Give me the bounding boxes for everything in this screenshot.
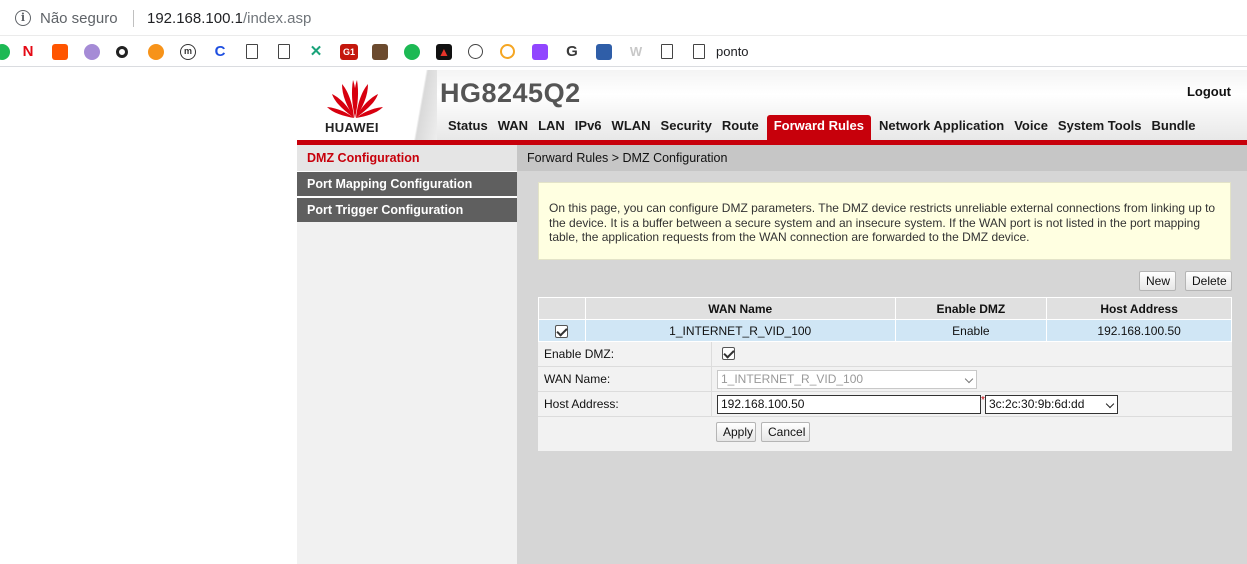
logo-area: HUAWEI xyxy=(297,70,417,140)
url-host: 192.168.100.1 xyxy=(147,10,243,27)
logo-divider xyxy=(407,70,437,140)
tab-lan[interactable]: LAN xyxy=(533,115,570,140)
tab-security[interactable]: Security xyxy=(656,115,717,140)
bookmark-ring-icon[interactable] xyxy=(116,46,128,58)
spotify-icon[interactable] xyxy=(404,44,420,60)
wan-name-select[interactable]: 1_INTERNET_R_VID_100 xyxy=(717,370,977,389)
bookmark-x-icon[interactable]: ✕ xyxy=(308,44,324,60)
sidebar-item-dmz-configuration[interactable]: DMZ Configuration xyxy=(297,145,517,171)
bitcoin-icon[interactable] xyxy=(148,44,164,60)
header: HUAWEI HG8245Q2 Logout Status WAN LAN IP… xyxy=(297,70,1247,141)
form-divider xyxy=(711,367,712,392)
tab-wan[interactable]: WAN xyxy=(493,115,533,140)
main-content: Forward Rules > DMZ Configuration On thi… xyxy=(517,145,1247,564)
bookmark-avatar-icon[interactable] xyxy=(372,44,388,60)
table-row[interactable]: 1_INTERNET_R_VID_100 Enable 192.168.100.… xyxy=(538,319,1232,342)
form-row-wan-name: WAN Name: 1_INTERNET_R_VID_100 xyxy=(538,367,1232,392)
tab-ipv6[interactable]: IPv6 xyxy=(570,115,607,140)
tab-route[interactable]: Route xyxy=(717,115,764,140)
form-divider xyxy=(711,342,712,367)
table-header-row: WAN Name Enable DMZ Host Address xyxy=(538,297,1232,320)
sidebar-item-port-trigger[interactable]: Port Trigger Configuration xyxy=(297,198,517,222)
dmz-edit-form: Enable DMZ: WAN Name: 1_INTERNET_R_VID_1… xyxy=(538,342,1232,451)
bookmark-m-icon[interactable]: m xyxy=(180,44,196,60)
enable-dmz-cell: Enable xyxy=(894,319,1048,342)
row-checkbox[interactable] xyxy=(555,324,569,338)
bookmark-a-icon[interactable]: ▲ xyxy=(436,44,452,60)
main-nav: Status WAN LAN IPv6 WLAN Security Route … xyxy=(443,114,1201,141)
tab-status[interactable]: Status xyxy=(443,115,493,140)
bookmark-g-icon[interactable]: G xyxy=(564,44,580,60)
router-page: HUAWEI HG8245Q2 Logout Status WAN LAN IP… xyxy=(297,70,1247,564)
browser-address-bar: i Não seguro 192.168.100.1/index.asp xyxy=(0,0,1247,36)
huawei-logo-icon xyxy=(327,80,383,118)
bookmarks-bar: N m C ✕ G1 ▲ G W ponto xyxy=(0,36,1247,67)
tab-forward-rules[interactable]: Forward Rules xyxy=(766,114,871,141)
document-icon[interactable] xyxy=(661,44,673,59)
bookmark-green-icon[interactable] xyxy=(0,44,10,60)
document-icon[interactable] xyxy=(278,44,290,59)
form-row-enable-dmz: Enable DMZ: xyxy=(538,342,1232,367)
host-address-label: Host Address: xyxy=(544,397,619,411)
g1-icon[interactable]: G1 xyxy=(340,44,358,60)
twitch-icon[interactable] xyxy=(532,44,548,60)
form-divider xyxy=(711,392,712,417)
wan-name-selected-value: 1_INTERNET_R_VID_100 xyxy=(721,372,864,386)
form-row-host-address: Host Address: 192.168.100.50 * 3c:2c:30:… xyxy=(538,392,1232,417)
new-button[interactable]: New xyxy=(1139,271,1176,291)
bookmark-c-icon[interactable]: C xyxy=(212,44,228,60)
chevron-down-icon xyxy=(964,374,974,384)
wan-name-label: WAN Name: xyxy=(544,372,611,386)
tab-bundle[interactable]: Bundle xyxy=(1146,115,1200,140)
mac-address-selected-value: 3c:2c:30:9b:6d:dd xyxy=(989,397,1085,411)
select-column-header xyxy=(538,297,586,320)
chevron-down-icon xyxy=(1105,399,1115,409)
address-separator xyxy=(133,10,134,27)
tab-voice[interactable]: Voice xyxy=(1009,115,1053,140)
netflix-icon[interactable]: N xyxy=(20,44,36,60)
page-description: On this page, you can configure DMZ para… xyxy=(538,182,1231,260)
enable-dmz-checkbox[interactable] xyxy=(722,347,735,360)
url-path: /index.asp xyxy=(242,10,312,27)
sidebar: DMZ Configuration Port Mapping Configura… xyxy=(297,145,517,564)
brand-name: HUAWEI xyxy=(325,120,379,135)
enable-dmz-label: Enable DMZ: xyxy=(544,347,615,361)
tab-network-application[interactable]: Network Application xyxy=(874,115,1009,140)
bookmark-ponto-label[interactable]: ponto xyxy=(716,44,749,59)
document-icon[interactable] xyxy=(693,44,705,59)
dmz-table: WAN Name Enable DMZ Host Address 1_INTER… xyxy=(538,297,1232,342)
mac-address-select[interactable]: 3c:2c:30:9b:6d:dd xyxy=(985,395,1118,414)
device-model: HG8245Q2 xyxy=(440,78,581,108)
logout-link[interactable]: Logout xyxy=(1187,84,1231,99)
bookmark-wing-icon[interactable]: W xyxy=(628,44,644,60)
host-address-input[interactable]: 192.168.100.50 xyxy=(717,395,981,414)
tab-system-tools[interactable]: System Tools xyxy=(1053,115,1147,140)
row-select-cell xyxy=(538,319,586,342)
column-header-host-address: Host Address xyxy=(1046,297,1232,320)
apply-button[interactable]: Apply xyxy=(716,422,756,442)
bookmark-purple-icon[interactable] xyxy=(84,44,100,60)
sidebar-item-port-mapping[interactable]: Port Mapping Configuration xyxy=(297,172,517,196)
delete-button[interactable]: Delete xyxy=(1185,271,1232,291)
column-header-wan-name: WAN Name xyxy=(584,297,896,320)
column-header-enable-dmz: Enable DMZ xyxy=(894,297,1048,320)
speed-gauge-icon[interactable] xyxy=(468,44,483,59)
security-status[interactable]: Não seguro xyxy=(40,10,118,27)
cancel-button[interactable]: Cancel xyxy=(761,422,810,442)
document-icon[interactable] xyxy=(246,44,258,59)
tab-wlan[interactable]: WLAN xyxy=(607,115,656,140)
breadcrumb: Forward Rules > DMZ Configuration xyxy=(517,145,1247,171)
bookmark-blue-icon[interactable] xyxy=(596,44,612,60)
url-text[interactable]: 192.168.100.1/index.asp xyxy=(147,10,311,27)
info-icon[interactable]: i xyxy=(15,10,31,26)
bookmark-clock-icon[interactable] xyxy=(500,44,515,59)
wan-name-cell: 1_INTERNET_R_VID_100 xyxy=(584,319,896,342)
soundcloud-icon[interactable] xyxy=(52,44,68,60)
host-address-cell: 192.168.100.50 xyxy=(1046,319,1232,342)
